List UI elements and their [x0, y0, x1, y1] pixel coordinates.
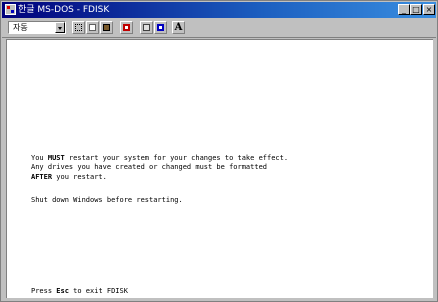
restart-message: You MUST restart your system for your ch… [31, 154, 288, 163]
fdisk-window: 한글 MS-DOS - FDISK _ □ × 자동 A You MUST re… [0, 0, 438, 302]
background-button[interactable] [154, 21, 167, 34]
font-button[interactable]: A [172, 21, 185, 34]
full-screen-icon [123, 24, 130, 31]
chevron-down-icon[interactable] [55, 22, 65, 33]
background-icon [157, 24, 164, 31]
restart-message-pre: You [31, 154, 48, 162]
properties-button[interactable] [140, 21, 153, 34]
system-menu-icon[interactable] [5, 4, 16, 15]
minimize-button[interactable]: _ [398, 4, 410, 15]
format-message: Any drives you have created or changed m… [31, 163, 268, 171]
window-title: 한글 MS-DOS - FDISK [18, 5, 110, 15]
font-size-value: 자동 [13, 23, 28, 32]
exit-instruction-post: to exit FDISK [68, 287, 128, 295]
paste-button[interactable] [100, 21, 113, 34]
full-screen-button[interactable] [120, 21, 133, 34]
mark-button[interactable] [72, 21, 85, 34]
close-button[interactable]: × [423, 4, 435, 15]
title-bar[interactable]: 한글 MS-DOS - FDISK _ □ × [2, 2, 436, 18]
font-icon: A [174, 22, 183, 33]
exit-instruction-pre: Press [31, 287, 57, 295]
copy-icon [89, 24, 96, 31]
console-screen[interactable]: You MUST restart your system for your ch… [6, 39, 433, 298]
paste-icon [103, 24, 110, 31]
maximize-button[interactable]: □ [410, 4, 422, 15]
after-emphasis: AFTER [31, 173, 53, 181]
after-restart-post: you restart. [52, 173, 107, 181]
properties-icon [143, 24, 150, 31]
restart-message-post: restart your system for your changes to … [64, 154, 289, 162]
copy-button[interactable] [86, 21, 99, 34]
mark-icon [75, 24, 82, 31]
exit-instruction: Press Esc to exit FDISK [31, 287, 128, 296]
font-size-select[interactable]: 자동 [8, 21, 66, 34]
esc-key-label: Esc [56, 287, 69, 295]
toolbar: 자동 A [2, 19, 436, 38]
after-restart-message: AFTER you restart. [31, 173, 107, 182]
restart-message-emphasis: MUST [47, 154, 65, 162]
shutdown-message: Shut down Windows before restarting. [31, 196, 183, 204]
